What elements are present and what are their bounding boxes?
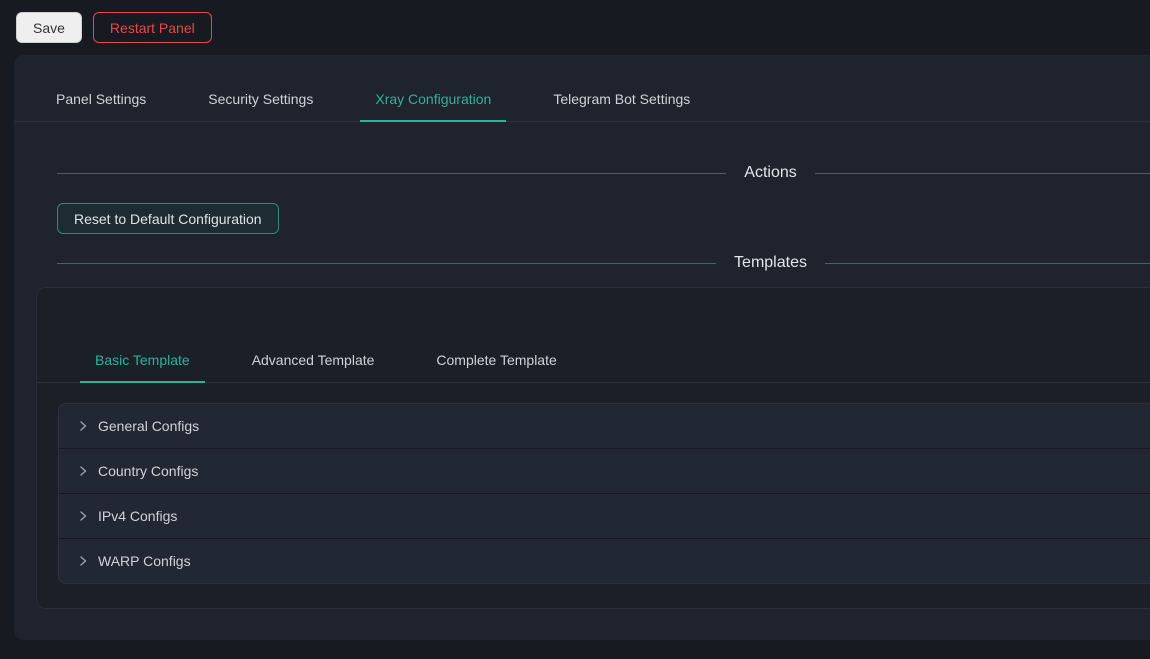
tab-panel-settings[interactable]: Panel Settings <box>41 79 161 121</box>
actions-divider: Actions <box>57 164 1150 182</box>
actions-section-title: Actions <box>726 164 814 182</box>
collapse-header-ipv4-configs[interactable]: IPv4 Configs <box>59 494 1150 539</box>
tab-telegram-bot-settings[interactable]: Telegram Bot Settings <box>538 79 705 121</box>
collapse-header-label: Country Configs <box>98 463 198 479</box>
tab-advanced-template[interactable]: Advanced Template <box>237 340 390 382</box>
collapse-header-warp-configs[interactable]: WARP Configs <box>59 539 1150 583</box>
chevron-right-icon <box>77 510 89 522</box>
chevron-right-icon <box>77 555 89 567</box>
chevron-right-icon <box>77 420 89 432</box>
reset-default-config-button[interactable]: Reset to Default Configuration <box>57 203 279 234</box>
main-tabbar: Panel Settings Security Settings Xray Co… <box>14 55 1150 122</box>
collapse-header-general-configs[interactable]: General Configs <box>59 404 1150 449</box>
collapse-header-label: WARP Configs <box>98 553 191 569</box>
templates-panel: Basic Template Advanced Template Complet… <box>36 287 1150 609</box>
template-tabs: Basic Template Advanced Template Complet… <box>80 340 1150 382</box>
main-tabs: Panel Settings Security Settings Xray Co… <box>41 79 1150 121</box>
collapse-header-label: General Configs <box>98 418 199 434</box>
divider-line <box>825 263 1150 264</box>
tab-xray-configuration[interactable]: Xray Configuration <box>360 79 506 121</box>
restart-panel-button[interactable]: Restart Panel <box>93 12 212 43</box>
templates-section-title: Templates <box>716 254 825 272</box>
save-button[interactable]: Save <box>16 12 82 43</box>
divider-line <box>57 173 726 174</box>
collapse-header-label: IPv4 Configs <box>98 508 177 524</box>
tab-security-settings[interactable]: Security Settings <box>193 79 328 121</box>
chevron-right-icon <box>77 465 89 477</box>
template-collapse: General Configs Country Configs IPv4 Con… <box>58 403 1150 584</box>
template-tabbar: Basic Template Advanced Template Complet… <box>37 340 1150 383</box>
tab-basic-template[interactable]: Basic Template <box>80 340 205 382</box>
divider-line <box>57 263 716 264</box>
tab-complete-template[interactable]: Complete Template <box>421 340 571 382</box>
topbar: Save Restart Panel <box>0 0 1150 55</box>
divider-line <box>815 173 1150 174</box>
collapse-header-country-configs[interactable]: Country Configs <box>59 449 1150 494</box>
templates-divider: Templates <box>57 254 1150 272</box>
settings-card: Panel Settings Security Settings Xray Co… <box>14 55 1150 640</box>
